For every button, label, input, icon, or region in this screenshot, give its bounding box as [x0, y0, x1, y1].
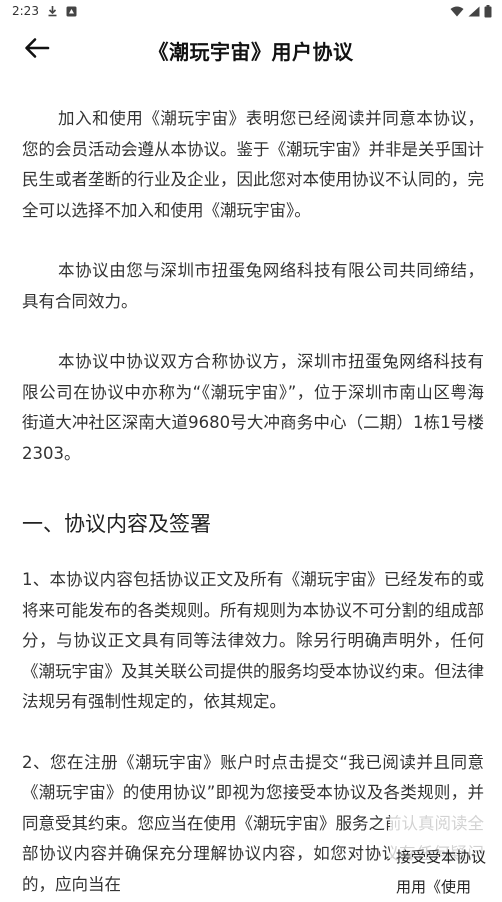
section-item: 1、本协议内容包括协议正文及所有《潮玩宇宙》已经发布的或将来可能发布的各类规则。…: [22, 570, 484, 711]
status-time: 2:23: [12, 4, 39, 18]
section-heading: 一、协议内容及签署: [22, 512, 211, 536]
status-bar: 2:23: [0, 0, 502, 22]
intro-paragraph: 加入和使用《潮玩宇宙》表明您已经阅读并同意本协议，您的会员活动会遵从本协议。鉴于…: [22, 109, 484, 220]
agreement-content: 加入和使用《潮玩宇宙》表明您已经阅读并同意本协议，您的会员活动会遵从本协议。鉴于…: [22, 104, 484, 900]
accept-overlay[interactable]: 接受受本协议 用用《使用: [390, 808, 500, 896]
accept-overlay-line: 用用《使用: [396, 878, 472, 896]
accept-overlay-line: 接受受本协议: [396, 848, 487, 866]
parties-paragraph: 本协议由您与深圳市扭蛋兔网络科技有限公司共同缔结，具有合同效力。: [22, 261, 484, 311]
header: 《潮玩宇宙》用户协议: [0, 22, 502, 78]
company-paragraph: 本协议中协议双方合称协议方，深圳市扭蛋兔网络科技有限公司在协议中亦称为“《潮玩宇…: [22, 352, 484, 463]
status-bar-right: [450, 4, 492, 18]
status-bar-left: 2:23: [12, 4, 77, 18]
notification-app-icon: [66, 6, 77, 17]
page-title: 《潮玩宇宙》用户协议: [148, 40, 354, 64]
wifi-icon: [450, 6, 464, 17]
signal-icon: [468, 6, 480, 17]
download-icon: [47, 5, 58, 17]
battery-icon: [484, 4, 492, 18]
